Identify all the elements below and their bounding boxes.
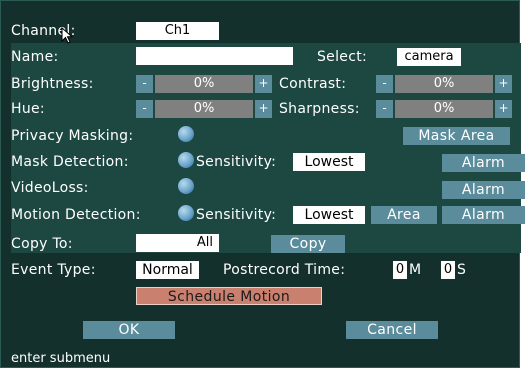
motion-detection-alarm-button[interactable]: Alarm (442, 206, 525, 224)
contrast-increase-button[interactable]: + (495, 75, 512, 93)
motion-detection-sensitivity-select[interactable]: Lowest (293, 206, 365, 224)
status-text: enter submenu (11, 351, 111, 366)
privacy-masking-label: Privacy Masking: (11, 128, 134, 144)
motion-area-button[interactable]: Area (371, 206, 437, 224)
hue-decrease-button[interactable]: - (136, 100, 153, 118)
postrecord-label: Postrecord Time: (223, 262, 346, 278)
mask-detection-label: Mask Detection: (11, 154, 129, 170)
contrast-decrease-button[interactable]: - (376, 75, 393, 93)
name-input[interactable] (136, 47, 293, 65)
event-type-select[interactable]: Normal (136, 261, 199, 279)
contrast-slider[interactable]: - 0% + (376, 75, 512, 93)
postrecord-minutes-input[interactable]: 0 (393, 261, 407, 279)
ok-button[interactable]: OK (83, 321, 175, 339)
channel-field[interactable]: Ch1 (136, 22, 219, 40)
mask-detection-toggle[interactable] (178, 152, 194, 168)
motion-detection-sensitivity-label: Sensitivity: (196, 207, 277, 223)
postrecord-seconds-unit: S (457, 262, 467, 278)
mask-detection-alarm-button[interactable]: Alarm (442, 154, 525, 172)
brightness-slider[interactable]: - 0% + (136, 75, 272, 93)
brightness-increase-button[interactable]: + (255, 75, 272, 93)
schedule-motion-button[interactable]: Schedule Motion (136, 287, 322, 305)
motion-detection-label: Motion Detection: (11, 207, 141, 223)
video-loss-alarm-button[interactable]: Alarm (442, 181, 525, 199)
brightness-value: 0% (155, 75, 253, 93)
contrast-label: Contrast: (279, 76, 347, 92)
copy-button[interactable]: Copy (271, 235, 345, 253)
select-label: Select: (317, 49, 368, 65)
hue-label: Hue: (11, 101, 45, 117)
privacy-masking-toggle[interactable] (178, 126, 194, 142)
sharpness-slider[interactable]: - 0% + (376, 100, 512, 118)
video-loss-label: VideoLoss: (11, 180, 89, 196)
mask-detection-sensitivity-label: Sensitivity: (196, 154, 277, 170)
sharpness-label: Sharpness: (279, 101, 360, 117)
settings-dialog: Channel: Ch1 Name: Select: camera Bright… (0, 0, 525, 368)
name-label: Name: (11, 49, 59, 65)
video-loss-toggle[interactable] (178, 178, 194, 194)
mask-area-button[interactable]: Mask Area (403, 127, 510, 145)
event-type-label: Event Type: (11, 262, 96, 278)
cancel-button[interactable]: Cancel (346, 321, 438, 339)
postrecord-seconds-input[interactable]: 0 (441, 261, 455, 279)
sharpness-value: 0% (395, 100, 493, 118)
sharpness-increase-button[interactable]: + (495, 100, 512, 118)
brightness-decrease-button[interactable]: - (136, 75, 153, 93)
brightness-label: Brightness: (11, 76, 94, 92)
select-dropdown[interactable]: camera (397, 48, 461, 66)
postrecord-minutes-unit: M (409, 262, 422, 278)
sharpness-decrease-button[interactable]: - (376, 100, 393, 118)
hue-increase-button[interactable]: + (255, 100, 272, 118)
mouse-cursor-icon (61, 27, 74, 44)
copy-to-label: Copy To: (11, 236, 73, 252)
hue-value: 0% (155, 100, 253, 118)
copy-to-select[interactable]: All (136, 234, 219, 252)
hue-slider[interactable]: - 0% + (136, 100, 272, 118)
mask-detection-sensitivity-select[interactable]: Lowest (293, 153, 365, 171)
contrast-value: 0% (395, 75, 493, 93)
motion-detection-toggle[interactable] (178, 205, 194, 221)
